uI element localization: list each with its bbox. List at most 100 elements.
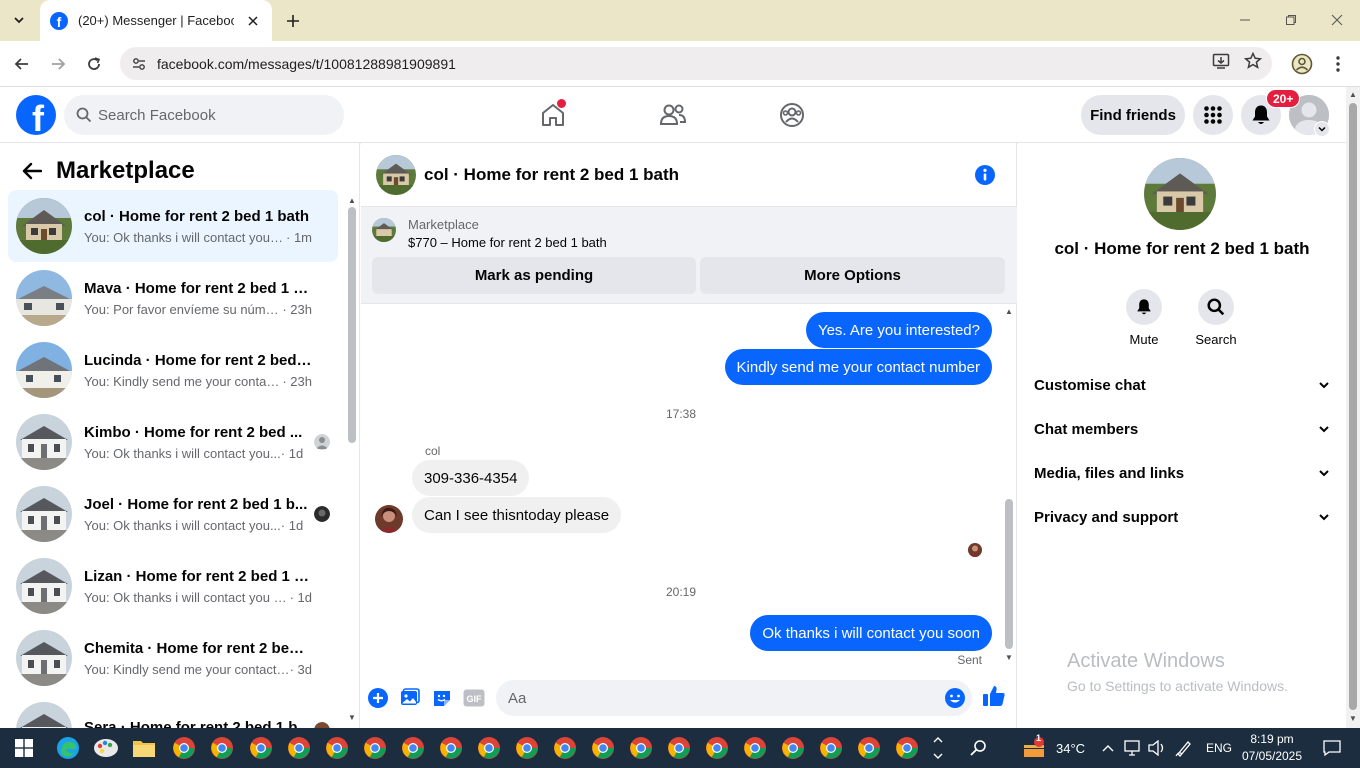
conversation-item[interactable]: Kimbo · Home for rent 2 bed ... You: Ok … bbox=[8, 406, 338, 478]
find-friends-button[interactable]: Find friends bbox=[1081, 95, 1185, 135]
listing-thumbnail[interactable] bbox=[372, 218, 396, 242]
sender-avatar[interactable] bbox=[375, 505, 403, 533]
chat-avatar[interactable] bbox=[376, 154, 416, 195]
scroll-down-arrow-icon[interactable]: ▼ bbox=[348, 714, 356, 722]
chat-members-section[interactable]: Chat members bbox=[1026, 407, 1338, 451]
file-explorer-icon[interactable] bbox=[126, 732, 162, 764]
new-tab-plus-icon[interactable] bbox=[280, 8, 306, 34]
conversation-item[interactable]: Chemita · Home for rent 2 bed 1... You: … bbox=[8, 622, 338, 694]
chrome-icon[interactable] bbox=[775, 732, 811, 764]
taskbar-overflow-chevron-icon[interactable] bbox=[926, 732, 950, 764]
chrome-icon[interactable] bbox=[395, 732, 431, 764]
chat-info-avatar[interactable] bbox=[1144, 158, 1216, 230]
scroll-up-arrow-icon[interactable]: ▲ bbox=[1349, 91, 1357, 99]
weather-icon[interactable] bbox=[1016, 732, 1052, 764]
close-window-icon[interactable] bbox=[1322, 8, 1352, 32]
browser-profile-icon[interactable] bbox=[1288, 50, 1316, 78]
menu-grid-icon[interactable] bbox=[1193, 95, 1233, 135]
input-language[interactable]: ENG bbox=[1206, 741, 1232, 755]
chrome-icon[interactable] bbox=[471, 732, 507, 764]
copilot-search-icon[interactable] bbox=[960, 732, 996, 764]
attach-image-icon[interactable] bbox=[397, 685, 423, 711]
chrome-icon[interactable] bbox=[204, 732, 240, 764]
search-in-chat-button[interactable]: Search bbox=[1186, 289, 1246, 347]
message-outgoing[interactable]: Ok thanks i will contact you soon bbox=[750, 615, 992, 651]
account-chevron-down-icon[interactable] bbox=[1314, 121, 1330, 137]
tray-expand-chevron-icon[interactable] bbox=[1097, 732, 1119, 764]
minimize-icon[interactable] bbox=[1230, 8, 1260, 32]
plus-actions-icon[interactable] bbox=[365, 685, 391, 711]
chrome-icon[interactable] bbox=[889, 732, 925, 764]
chrome-icon[interactable] bbox=[243, 732, 279, 764]
conversation-item[interactable]: Mava · Home for rent 2 bed 1 ba... You: … bbox=[8, 262, 338, 334]
home-nav-icon[interactable] bbox=[533, 95, 573, 135]
gif-icon[interactable]: GIF bbox=[461, 685, 487, 711]
message-outgoing[interactable]: Yes. Are you interested? bbox=[805, 312, 992, 348]
chrome-icon[interactable] bbox=[585, 732, 621, 764]
site-settings-icon[interactable] bbox=[126, 51, 152, 77]
scroll-up-arrow-icon[interactable]: ▲ bbox=[1005, 308, 1013, 316]
windows-start-icon[interactable] bbox=[6, 732, 42, 764]
tab-search-chevron-icon[interactable] bbox=[6, 8, 32, 32]
conversation-list-scroll-thumb[interactable] bbox=[348, 207, 356, 443]
scroll-down-arrow-icon[interactable]: ▼ bbox=[1005, 654, 1013, 662]
chrome-icon[interactable] bbox=[813, 732, 849, 764]
friends-nav-icon[interactable] bbox=[653, 95, 693, 135]
reload-icon[interactable] bbox=[80, 50, 108, 78]
sticker-icon[interactable] bbox=[429, 685, 455, 711]
message-outgoing[interactable]: Kindly send me your contact number bbox=[724, 349, 992, 385]
info-icon[interactable] bbox=[967, 157, 1003, 193]
chrome-icon[interactable] bbox=[623, 732, 659, 764]
chrome-icon[interactable] bbox=[737, 732, 773, 764]
notification-center-icon[interactable] bbox=[1314, 732, 1350, 764]
chat-title[interactable]: col · Home for rent 2 bed 1 bath bbox=[424, 165, 967, 185]
facebook-search[interactable] bbox=[64, 95, 344, 135]
network-icon[interactable] bbox=[1121, 732, 1145, 764]
thumbs-up-icon[interactable] bbox=[981, 683, 1007, 709]
volume-icon[interactable] bbox=[1145, 732, 1169, 764]
page-scrollbar[interactable]: ▲ ▼ bbox=[1346, 87, 1360, 728]
back-arrow-icon[interactable] bbox=[14, 153, 50, 189]
conversation-item[interactable]: Lucinda · Home for rent 2 bed 1 ... You:… bbox=[8, 334, 338, 406]
page-scroll-thumb[interactable] bbox=[1349, 103, 1357, 710]
conversation-item[interactable]: Lizan · Home for rent 2 bed 1 bath You: … bbox=[8, 550, 338, 622]
browser-tab-messenger[interactable]: f (20+) Messenger | Facebook bbox=[40, 0, 272, 41]
bookmark-star-icon[interactable] bbox=[1243, 51, 1263, 75]
browser-menu-icon[interactable] bbox=[1326, 50, 1350, 78]
paint-app-icon[interactable] bbox=[88, 732, 124, 764]
message-thread-scrollbar[interactable]: ▲ ▼ bbox=[1002, 304, 1016, 669]
install-app-icon[interactable] bbox=[1212, 52, 1230, 75]
chrome-icon[interactable] bbox=[699, 732, 735, 764]
facebook-logo-icon[interactable]: f bbox=[16, 95, 56, 135]
privacy-support-section[interactable]: Privacy and support bbox=[1026, 495, 1338, 539]
message-input[interactable] bbox=[508, 689, 928, 707]
chrome-icon[interactable] bbox=[166, 732, 202, 764]
conversation-list-scrollbar[interactable]: ▲ ▼ bbox=[345, 195, 359, 728]
conversation-item[interactable]: Sera · Home for rent 2 bed 1 b... bbox=[8, 694, 338, 728]
taskbar-clock[interactable]: 8:19 pm 07/05/2025 bbox=[1236, 731, 1308, 765]
temperature[interactable]: 34°C bbox=[1056, 741, 1085, 756]
message-thread-scroll-thumb[interactable] bbox=[1005, 499, 1013, 649]
conversation-item[interactable]: Joel · Home for rent 2 bed 1 b... You: O… bbox=[8, 478, 338, 550]
close-tab-icon[interactable] bbox=[244, 12, 262, 30]
conversation-item[interactable]: col · Home for rent 2 bed 1 bath You: Ok… bbox=[8, 190, 338, 262]
back-arrow-icon[interactable] bbox=[8, 50, 36, 78]
address-bar[interactable]: facebook.com/messages/t/1008128898190989… bbox=[120, 47, 1272, 80]
message-incoming[interactable]: 309-336-4354 bbox=[412, 460, 530, 496]
chrome-icon[interactable] bbox=[433, 732, 469, 764]
groups-nav-icon[interactable] bbox=[772, 95, 812, 135]
listing-price-title[interactable]: $770 – Home for rent 2 bed 1 bath bbox=[408, 235, 607, 250]
scroll-up-arrow-icon[interactable]: ▲ bbox=[348, 197, 356, 205]
chrome-icon[interactable] bbox=[509, 732, 545, 764]
restore-icon[interactable] bbox=[1276, 8, 1306, 32]
search-input[interactable] bbox=[98, 106, 318, 124]
message-input-container[interactable] bbox=[496, 680, 972, 716]
forward-arrow-icon[interactable] bbox=[44, 50, 72, 78]
pen-icon[interactable] bbox=[1172, 732, 1196, 764]
chrome-icon[interactable] bbox=[357, 732, 393, 764]
edge-browser-icon[interactable] bbox=[50, 732, 86, 764]
customise-chat-section[interactable]: Customise chat bbox=[1026, 363, 1338, 407]
message-incoming[interactable]: Can I see thisntoday please bbox=[412, 497, 622, 533]
media-files-links-section[interactable]: Media, files and links bbox=[1026, 451, 1338, 495]
chrome-icon[interactable] bbox=[661, 732, 697, 764]
